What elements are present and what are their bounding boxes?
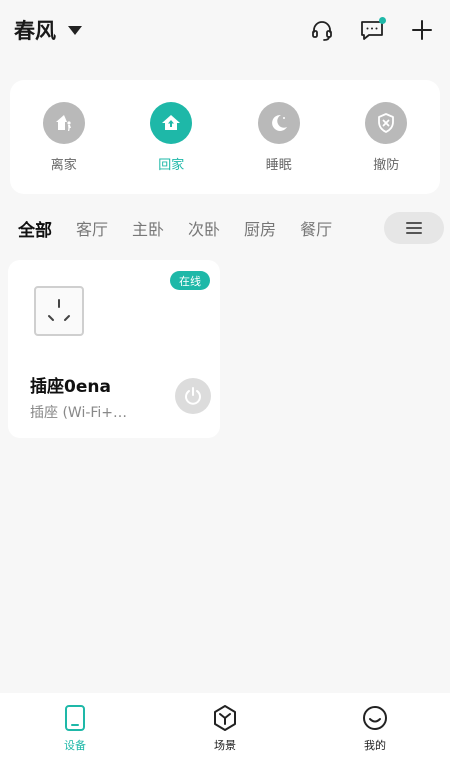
nav-devices[interactable]: 设备 xyxy=(30,704,120,753)
security-mode-card: 离家 回家 睡眠 撤防 xyxy=(10,80,440,194)
mode-label: 回家 xyxy=(158,157,185,173)
profile-icon xyxy=(363,705,387,730)
bottom-nav: 设备 场景 我的 xyxy=(0,693,450,763)
device-icon xyxy=(65,704,85,731)
mode-label: 离家 xyxy=(50,157,77,173)
device-card[interactable]: 在线 插座0ena 插座 (Wi-Fi+… xyxy=(8,260,220,438)
tab-kitchen[interactable]: 厨房 xyxy=(244,216,276,240)
mode-disarm[interactable]: 撤防 xyxy=(346,101,426,173)
tab-all[interactable]: 全部 xyxy=(18,216,52,241)
nav-label: 设备 xyxy=(64,738,86,752)
shield-x-icon xyxy=(365,101,408,144)
tab-dining-room[interactable]: 餐厅 xyxy=(300,216,332,240)
tab-second-bedroom[interactable]: 次卧 xyxy=(188,216,220,240)
header-actions xyxy=(308,16,436,44)
home-selector-label[interactable]: 春风 xyxy=(14,15,56,45)
socket-icon xyxy=(34,286,84,336)
go-home-icon xyxy=(150,101,193,144)
leave-home-icon xyxy=(42,101,85,144)
scene-icon xyxy=(214,704,236,731)
message-icon[interactable] xyxy=(358,16,386,44)
power-button[interactable] xyxy=(175,378,211,414)
nav-label: 场景 xyxy=(214,738,236,752)
device-type: 插座 (Wi-Fi+… xyxy=(30,405,128,421)
mode-label: 睡眠 xyxy=(265,157,292,173)
mode-sleep[interactable]: 睡眠 xyxy=(239,101,319,173)
dropdown-caret-icon[interactable] xyxy=(68,25,82,35)
moon-icon xyxy=(257,101,300,144)
tab-master-bedroom[interactable]: 主卧 xyxy=(132,216,164,240)
menu-icon xyxy=(406,222,422,234)
status-badge: 在线 xyxy=(170,271,210,290)
room-tabs: 全部 客厅 主卧 次卧 厨房 餐厅 xyxy=(0,206,450,250)
mode-leave-home[interactable]: 离家 xyxy=(24,101,104,173)
device-name: 插座0ena xyxy=(30,377,111,397)
room-menu-button[interactable] xyxy=(384,212,444,244)
nav-profile[interactable]: 我的 xyxy=(330,704,420,753)
top-bar: 春风 xyxy=(0,0,450,60)
headset-icon[interactable] xyxy=(308,16,336,44)
power-icon xyxy=(185,387,201,405)
tab-living-room[interactable]: 客厅 xyxy=(76,216,108,240)
mode-go-home[interactable]: 回家 xyxy=(131,101,211,173)
plus-icon[interactable] xyxy=(408,16,436,44)
mode-label: 撤防 xyxy=(373,157,400,173)
nav-scenes[interactable]: 场景 xyxy=(180,704,270,753)
nav-label: 我的 xyxy=(364,738,386,752)
unread-dot xyxy=(379,17,386,24)
